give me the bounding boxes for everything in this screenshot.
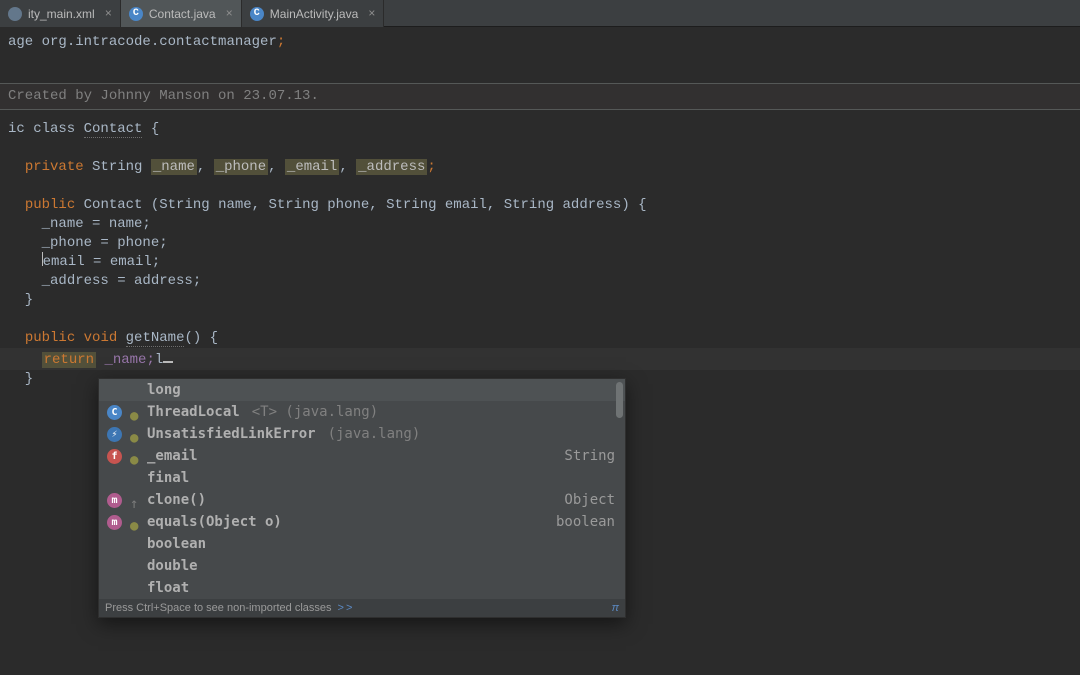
lock-icon: ● <box>130 518 139 527</box>
override-icon: ↑ <box>130 496 139 505</box>
code-line: _address = address; <box>0 272 1080 291</box>
popup-footer: Press Ctrl+Space to see non-imported cla… <box>99 599 625 617</box>
xml-file-icon <box>8 7 22 21</box>
completion-item[interactable]: double <box>99 555 625 577</box>
completion-item[interactable]: m ● equals(Object o) boolean <box>99 511 625 533</box>
code-line-current: return _name;l <box>0 348 1080 370</box>
tab-label: MainActivity.java <box>270 7 358 21</box>
close-icon[interactable]: × <box>105 7 112 21</box>
code-editor[interactable]: age org.intracode.contactmanager; Create… <box>0 27 1080 389</box>
close-icon[interactable]: × <box>368 7 375 21</box>
footer-link[interactable]: >> <box>338 602 355 614</box>
method-icon: m <box>107 515 122 530</box>
lock-icon: ● <box>130 430 139 439</box>
blank-icon <box>130 540 139 549</box>
completion-item[interactable]: C ● ThreadLocal <T> (java.lang) <box>99 401 625 423</box>
lock-icon: ● <box>130 452 139 461</box>
code-line: public void getName() { <box>0 329 1080 348</box>
code-line: _phone = phone; <box>0 234 1080 253</box>
blank-icon <box>107 581 122 596</box>
code-line: ic class Contact { <box>0 120 1080 139</box>
tab-label: ity_main.xml <box>28 7 95 21</box>
text-cursor-icon <box>42 252 43 266</box>
blank-icon <box>107 559 122 574</box>
class-icon: C <box>107 405 122 420</box>
comment-block: Created by Johnny Manson on 23.07.13. <box>0 83 1080 110</box>
completion-popup: long C ● ThreadLocal <T> (java.lang) ⚡ ●… <box>98 378 626 618</box>
completion-item[interactable]: f ● _email String <box>99 445 625 467</box>
blank-icon <box>130 562 139 571</box>
code-line: } <box>0 291 1080 310</box>
tab-mainactivity-java[interactable]: C MainActivity.java × <box>242 0 385 27</box>
class-name: Contact <box>84 121 143 138</box>
code-comment: Created by Johnny Manson on 23.07.13. <box>8 87 1080 106</box>
java-file-icon: C <box>129 7 143 21</box>
pi-icon[interactable]: π <box>612 602 619 614</box>
exception-icon: ⚡ <box>107 427 122 442</box>
code-line: _name = name; <box>0 215 1080 234</box>
code-line: public Contact (String name, String phon… <box>0 196 1080 215</box>
code-line <box>0 310 1080 329</box>
blank-icon <box>107 471 122 486</box>
completion-item[interactable]: final <box>99 467 625 489</box>
close-icon[interactable]: × <box>226 7 233 21</box>
blank-icon <box>107 383 122 398</box>
completion-item[interactable]: long <box>99 379 625 401</box>
tab-bar: ity_main.xml × C Contact.java × C MainAc… <box>0 0 1080 27</box>
code-line <box>0 177 1080 196</box>
completion-list[interactable]: long C ● ThreadLocal <T> (java.lang) ⚡ ●… <box>99 379 625 599</box>
completion-item[interactable]: m ↑ clone() Object <box>99 489 625 511</box>
tab-contact-java[interactable]: C Contact.java × <box>121 0 242 27</box>
code-line: private String _name, _phone, _email, _a… <box>0 158 1080 177</box>
tab-ity-main[interactable]: ity_main.xml × <box>0 0 121 27</box>
method-icon: m <box>107 493 122 508</box>
code-line: age org.intracode.contactmanager; <box>0 33 1080 52</box>
blank-icon <box>130 584 139 593</box>
blank-icon <box>107 537 122 552</box>
field-icon: f <box>107 449 122 464</box>
lock-icon: ● <box>130 408 139 417</box>
code-line: email = email; <box>0 253 1080 272</box>
completion-item[interactable]: ⚡ ● UnsatisfiedLinkError (java.lang) <box>99 423 625 445</box>
tab-label: Contact.java <box>149 7 216 21</box>
java-file-icon: C <box>250 7 264 21</box>
footer-hint: Press Ctrl+Space to see non-imported cla… <box>105 602 332 614</box>
blank-icon <box>130 386 139 395</box>
code-line <box>0 52 1080 71</box>
blank-icon <box>130 474 139 483</box>
completion-item[interactable]: float <box>99 577 625 599</box>
code-line <box>0 139 1080 158</box>
completion-item[interactable]: boolean <box>99 533 625 555</box>
